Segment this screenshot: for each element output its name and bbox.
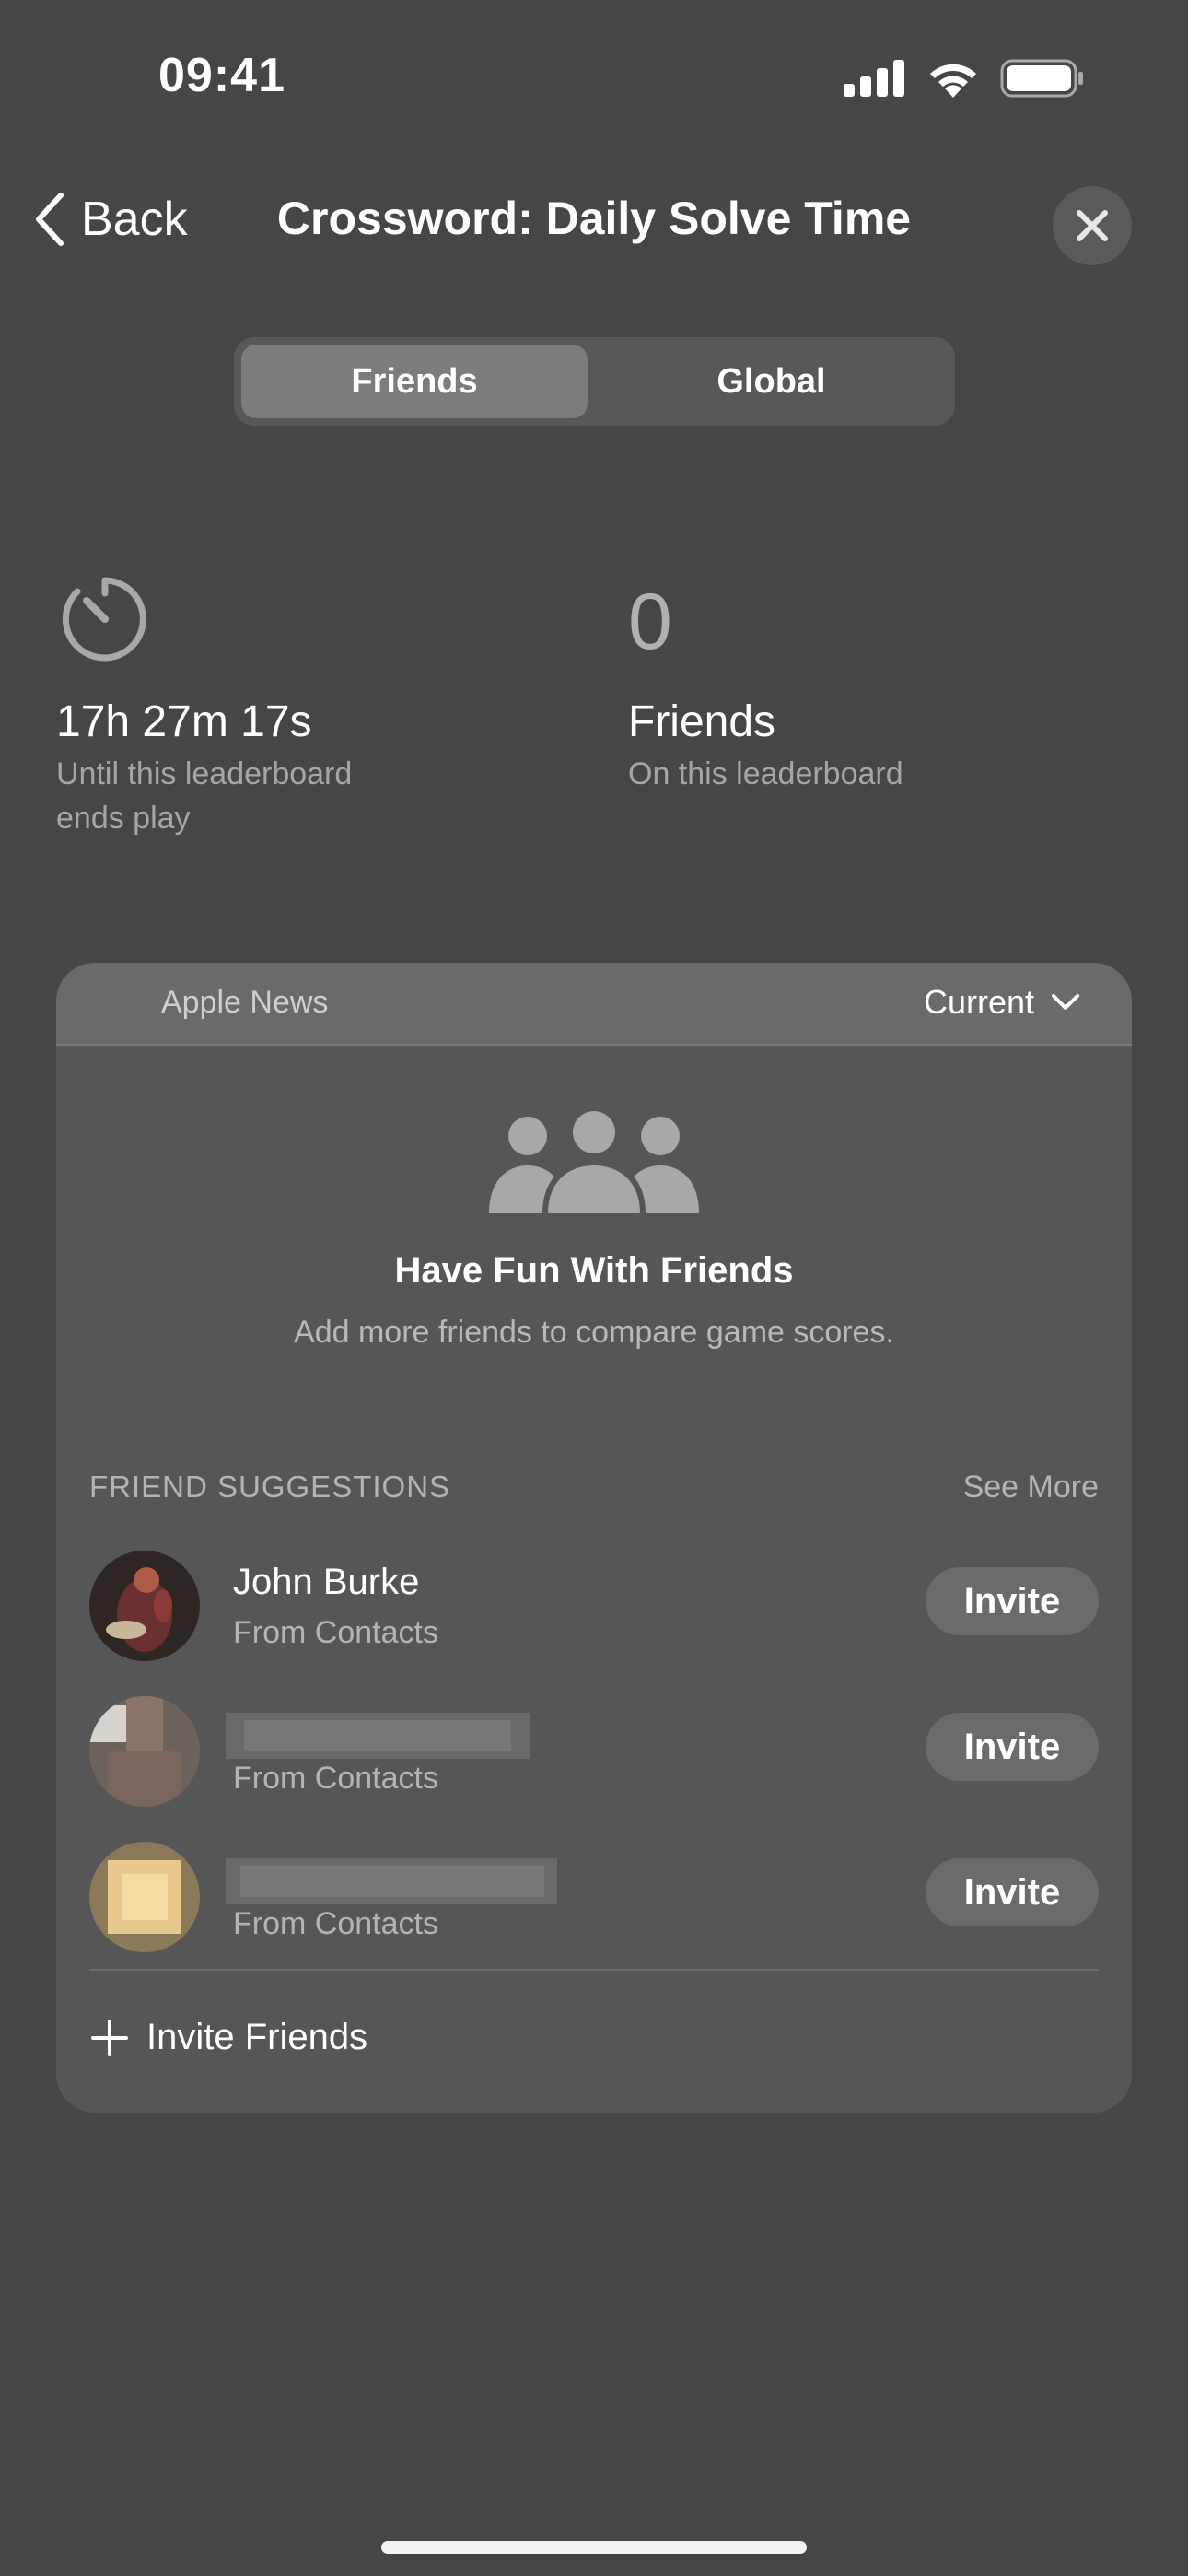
page-title: Crossword: Daily Solve Time bbox=[276, 193, 912, 244]
suggestion-row: From Contacts Invite bbox=[56, 1825, 1132, 1971]
status-time: 09:41 bbox=[158, 49, 285, 102]
empty-state-subtitle: Add more friends to compare game scores. bbox=[294, 1315, 894, 1350]
invite-button[interactable]: Invite bbox=[926, 1858, 1099, 1926]
chevron-down-icon bbox=[1052, 994, 1079, 1010]
suggestion-name: John Burke bbox=[233, 1562, 420, 1602]
suggestion-source: From Contacts bbox=[233, 1906, 438, 1941]
timer-icon bbox=[62, 577, 146, 662]
invite-button[interactable]: Invite bbox=[926, 1567, 1099, 1635]
battery-icon bbox=[1000, 59, 1083, 98]
time-caption-line2: ends play bbox=[56, 801, 191, 836]
suggestion-source: From Contacts bbox=[233, 1761, 438, 1796]
friends-caption: On this leaderboard bbox=[628, 756, 903, 791]
redacted-name bbox=[226, 1713, 530, 1759]
leaderboard-scope-segmented-control: Friends Global bbox=[234, 337, 955, 426]
empty-state-title: Have Fun With Friends bbox=[394, 1250, 794, 1291]
divider bbox=[89, 1969, 1099, 1971]
redacted-name bbox=[226, 1858, 557, 1904]
card-header: Apple News Current bbox=[56, 963, 1132, 1046]
cellular-signal-icon bbox=[844, 60, 904, 97]
plus-icon bbox=[91, 2019, 128, 2056]
people-group-icon bbox=[489, 1108, 699, 1213]
invite-button[interactable]: Invite bbox=[926, 1713, 1099, 1781]
leaderboard-card: Apple News Current Have Fun With Friends… bbox=[56, 963, 1132, 2113]
close-button[interactable] bbox=[1053, 186, 1132, 265]
wifi-icon bbox=[930, 64, 976, 98]
friends-count: 0 bbox=[628, 578, 672, 666]
segment-friends[interactable]: Friends bbox=[241, 345, 588, 418]
segment-global[interactable]: Global bbox=[595, 345, 948, 418]
friends-label: Friends bbox=[628, 697, 776, 746]
period-label: Current bbox=[923, 983, 1034, 1021]
status-icons bbox=[844, 59, 1085, 98]
close-icon bbox=[1077, 210, 1108, 241]
suggestion-row: From Contacts Invite bbox=[56, 1680, 1132, 1825]
avatar bbox=[89, 1696, 200, 1807]
invite-friends-label: Invite Friends bbox=[146, 2017, 368, 2057]
time-caption-line1: Until this leaderboard bbox=[56, 756, 353, 791]
leaderboard-source: Apple News bbox=[161, 985, 329, 1020]
avatar bbox=[89, 1842, 200, 1952]
home-indicator[interactable] bbox=[381, 2541, 807, 2554]
period-dropdown[interactable]: Current bbox=[924, 983, 1080, 1022]
friend-suggestions-header: FRIEND SUGGESTIONS bbox=[89, 1469, 451, 1504]
avatar bbox=[89, 1551, 200, 1661]
suggestion-source: From Contacts bbox=[233, 1615, 438, 1650]
see-more-link[interactable]: See More bbox=[963, 1469, 1099, 1505]
time-remaining: 17h 27m 17s bbox=[56, 697, 312, 746]
suggestion-row: John Burke From Contacts Invite bbox=[56, 1534, 1132, 1680]
invite-friends-button[interactable]: Invite Friends bbox=[89, 2017, 367, 2058]
